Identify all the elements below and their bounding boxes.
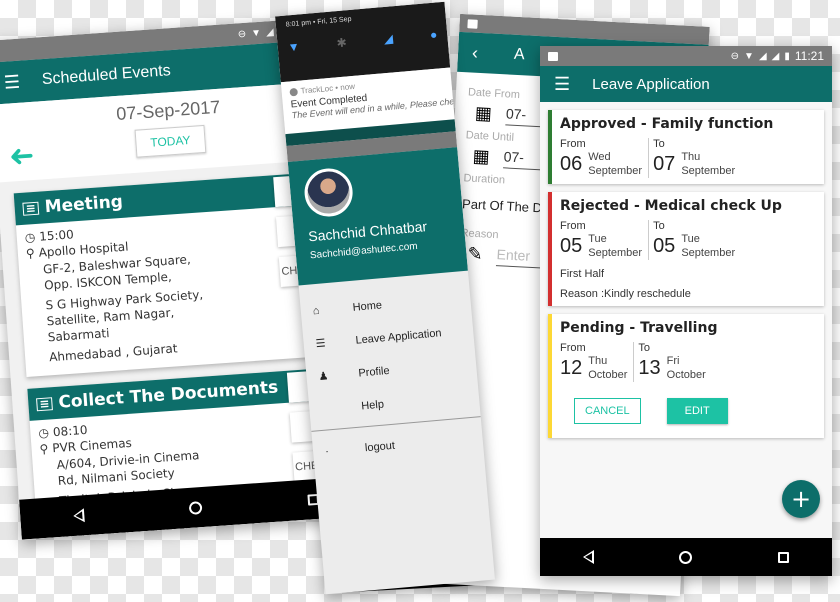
from-label: From — [560, 138, 586, 150]
list-icon: ☰ — [315, 337, 327, 351]
calendar-icon[interactable]: ▦ — [472, 146, 490, 168]
person-pin-icon: ⚲ — [39, 441, 49, 457]
battery-icon: ▮ — [784, 50, 790, 62]
to-month: October — [666, 369, 706, 381]
leave-card-pending[interactable]: Pending - Travelling From 12 Thu October … — [548, 314, 824, 438]
logout-icon: · — [324, 445, 330, 458]
signal-icon: ◢ — [771, 50, 780, 62]
drawer-item-label: Home — [352, 298, 383, 314]
event-time: 15:00 — [38, 227, 75, 244]
recent-apps-icon[interactable] — [778, 551, 790, 563]
person-pin-icon: ⚲ — [25, 246, 36, 261]
gallery-notification-icon — [548, 51, 558, 61]
avatar[interactable] — [302, 166, 355, 219]
leave-duration: First Half — [560, 268, 604, 280]
to-label: To — [653, 138, 665, 150]
leave-title: Rejected - Medical check Up — [560, 198, 782, 214]
drawer-item-label: Leave Application — [355, 326, 442, 347]
to-month: September — [681, 165, 736, 177]
leave-title: Approved - Family function — [560, 116, 774, 132]
from-month: September — [588, 247, 643, 259]
leave-application-screen: ⊖ ▼ ◢ ◢ ▮ 11:21 ☰ Leave Application Appr… — [540, 46, 832, 576]
event-title: Meeting — [44, 191, 124, 218]
from-weekday: Tue — [588, 233, 607, 245]
edit-button[interactable]: EDIT — [666, 398, 728, 424]
event-card-icon: ≡ — [36, 396, 53, 411]
leave-title: Pending - Travelling — [560, 320, 718, 336]
cancel-button[interactable]: CANCEL — [574, 398, 641, 424]
signal-icon[interactable]: ◢ — [383, 31, 393, 46]
home-nav-icon[interactable] — [679, 550, 693, 564]
from-month: October — [588, 369, 628, 381]
dnd-icon: ⊖ — [730, 50, 740, 62]
signal-icon: ◢ — [265, 26, 275, 38]
address-line: S G Highway Park Society, Satellite, Ram… — [45, 287, 204, 345]
signal-icon: ◢ — [758, 50, 767, 62]
clock-icon: ◷ — [24, 230, 36, 245]
person-icon: ♟ — [318, 370, 330, 384]
location-icon[interactable]: ● — [429, 27, 437, 42]
to-month: September — [681, 247, 736, 259]
to-day: 07 — [653, 152, 676, 175]
from-weekday: Thu — [588, 355, 608, 367]
to-weekday: Thu — [681, 151, 701, 163]
add-leave-button[interactable]: + — [782, 480, 820, 518]
drawer-item-label: Help — [360, 398, 385, 412]
drawer-item-label: logout — [364, 439, 396, 454]
back-nav-icon[interactable] — [72, 508, 85, 524]
back-nav-icon[interactable] — [582, 550, 594, 564]
from-day: 12 — [560, 356, 583, 379]
page-title: A — [513, 45, 526, 64]
help-icon — [321, 408, 333, 409]
dnd-icon: ⊖ — [237, 28, 247, 40]
leave-card-rejected[interactable]: Rejected - Medical check Up From 05 Tue S… — [548, 192, 824, 306]
to-weekday: Fri — [666, 355, 680, 367]
gallery-notification-icon — [467, 18, 478, 29]
leave-reason: Reason :Kindly reschedule — [560, 288, 691, 300]
from-label: From — [560, 342, 586, 354]
from-day: 06 — [560, 152, 583, 175]
to-day: 13 — [638, 356, 661, 379]
plus-icon: + — [790, 485, 812, 513]
drawer-header: Sachchid Chhatbar Sachchid@ashutec.com — [287, 147, 468, 286]
to-weekday: Tue — [681, 233, 700, 245]
menu-icon[interactable]: ☰ — [554, 74, 570, 95]
from-day: 05 — [560, 234, 583, 257]
from-weekday: Wed — [588, 151, 611, 163]
status-time: 11:21 — [794, 49, 824, 63]
home-nav-icon[interactable] — [189, 500, 203, 515]
bluetooth-icon[interactable]: ✱ — [336, 35, 347, 50]
page-title: Leave Application — [592, 75, 710, 93]
today-button[interactable]: TODAY — [134, 124, 207, 158]
drawer-menu: ⌂ Home ☰ Leave Application ♟ Profile Help ·… — [299, 271, 485, 479]
notification-datetime: 8:01 pm • Fri, 15 Sep — [285, 15, 352, 29]
wifi-icon: ▼ — [250, 27, 262, 39]
event-card-icon: ≡ — [22, 200, 40, 216]
system-nav-bar — [540, 538, 832, 576]
leave-card-approved[interactable]: Approved - Family function From 06 Wed Se… — [548, 110, 824, 184]
from-label: From — [560, 220, 586, 232]
to-day: 05 — [653, 234, 676, 257]
menu-icon[interactable]: ☰ — [3, 71, 21, 93]
from-month: September — [588, 165, 643, 177]
app-icon — [289, 87, 299, 97]
edit-icon: ✎ — [467, 243, 484, 265]
page-title: Scheduled Events — [41, 62, 172, 89]
event-time: 08:10 — [52, 422, 88, 440]
calendar-icon[interactable]: ▦ — [474, 103, 492, 125]
drawer-item-label: Profile — [357, 364, 391, 380]
wifi-icon: ▼ — [744, 50, 754, 62]
wifi-icon[interactable]: ▼ — [287, 40, 300, 55]
back-arrow-icon[interactable]: ‹ — [472, 42, 479, 63]
to-label: To — [638, 342, 651, 354]
status-bar: ⊖ ▼ ◢ ◢ ▮ 11:21 — [540, 46, 832, 66]
app-bar: ☰ Leave Application — [540, 66, 832, 102]
previous-day-arrow-icon[interactable]: ➜ — [8, 138, 36, 175]
clock-icon: ◷ — [37, 425, 50, 441]
home-icon: ⌂ — [312, 304, 320, 317]
to-label: To — [653, 220, 665, 232]
